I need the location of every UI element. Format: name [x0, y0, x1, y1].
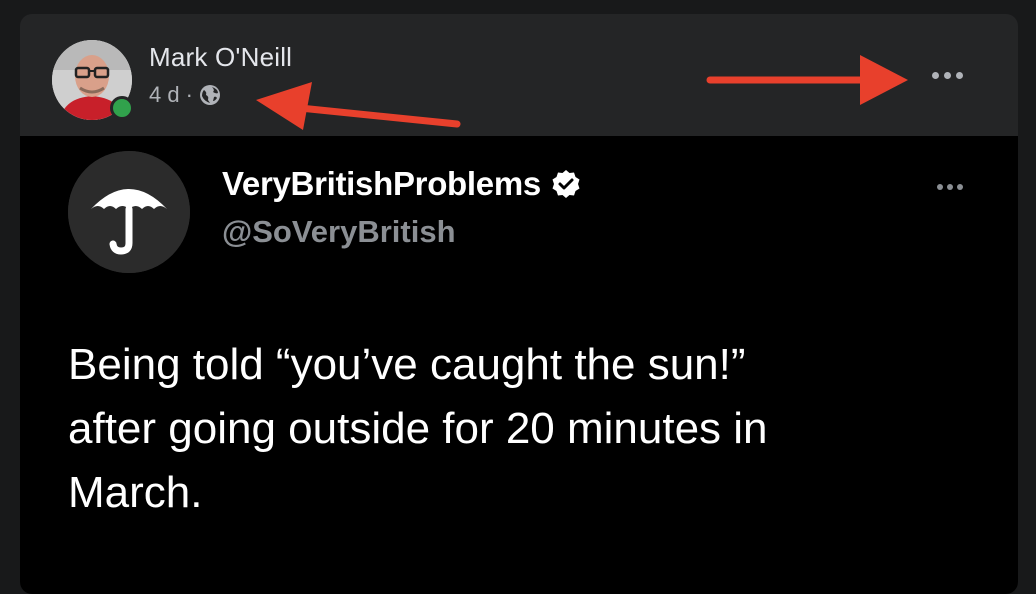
tweet-display-name: VeryBritishProblems	[222, 165, 581, 203]
tweet-text: Being told “you’ve caught the sun!” afte…	[68, 340, 768, 517]
more-dot	[947, 184, 953, 190]
verified-badge-icon	[551, 169, 581, 199]
post-card: Mark O'Neill 4 d · VeryBritishProblems @…	[20, 14, 1018, 594]
more-dot	[957, 184, 963, 190]
post-more-options-button[interactable]	[916, 58, 978, 92]
tweet-handle: @SoVeryBritish	[222, 214, 456, 249]
umbrella-icon	[68, 151, 190, 273]
author-avatar[interactable]	[52, 40, 134, 120]
more-dot	[943, 71, 951, 79]
more-horizontal-icon	[931, 71, 939, 79]
more-dot	[955, 71, 963, 79]
post-meta: 4 d ·	[149, 82, 221, 108]
globe-icon[interactable]	[199, 84, 221, 106]
online-status-dot	[110, 96, 134, 120]
author-name[interactable]: Mark O'Neill	[149, 42, 292, 73]
more-horizontal-icon	[937, 184, 943, 190]
tweet-name-text: VeryBritishProblems	[222, 165, 541, 202]
post-header: Mark O'Neill 4 d ·	[20, 14, 1018, 136]
meta-separator: ·	[185, 82, 193, 107]
post-timestamp[interactable]: 4 d	[149, 82, 180, 108]
tweet-more-options	[924, 176, 976, 198]
post-image-tweet-screenshot[interactable]: VeryBritishProblems @SoVeryBritish Being…	[20, 136, 1018, 594]
